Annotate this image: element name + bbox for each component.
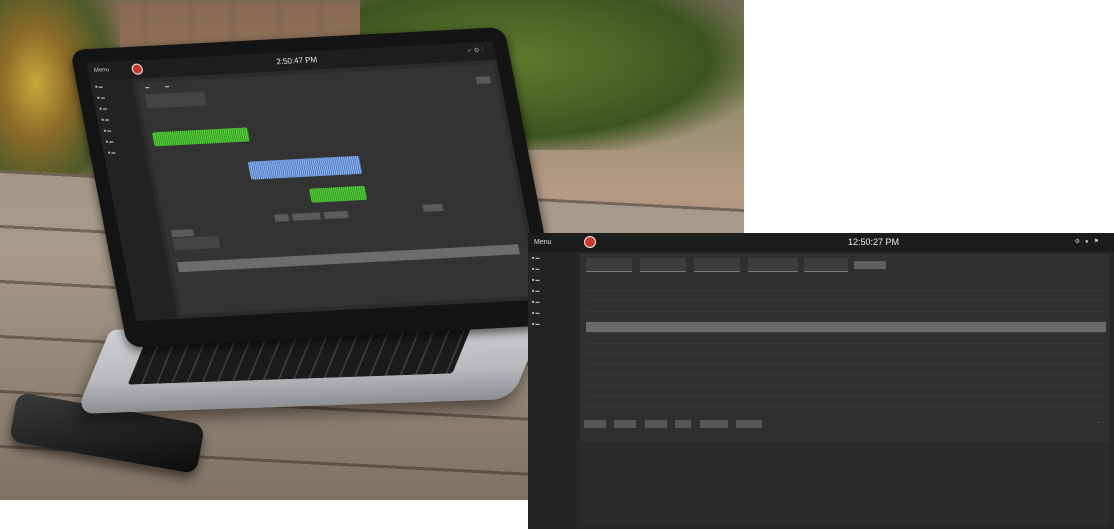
brand-logo xyxy=(130,63,144,75)
action-button[interactable] xyxy=(699,420,728,428)
action-button[interactable] xyxy=(736,420,763,428)
action-button[interactable] xyxy=(675,420,692,428)
select-field[interactable] xyxy=(172,235,221,251)
desktop-sidebar: ■ ▬ ■ ▬ ■ ▬ ■ ▬ ■ ▬ ■ ▬ ■ ▬ xyxy=(528,252,576,529)
audio-waveform xyxy=(309,185,368,203)
sidebar-item[interactable]: ■ ▬ xyxy=(528,285,576,296)
filter-field[interactable] xyxy=(694,258,740,272)
pagination[interactable]: ‹ · · › xyxy=(1098,420,1105,424)
sidebar-item[interactable]: ■ ▬ xyxy=(528,252,576,263)
desktop-screenshot: Menu 12:50:27 PM ⚙●⚑ ■ ▬ ■ ▬ ■ ▬ ■ ▬ ■ ▬… xyxy=(528,233,1114,529)
table-row[interactable] xyxy=(586,344,1106,355)
sidebar-item[interactable]: ■ ▬ xyxy=(103,145,147,158)
filter-field[interactable] xyxy=(804,258,848,272)
laptop-main-panel: ▬ ▬ xyxy=(136,63,538,315)
input-field[interactable] xyxy=(144,91,207,109)
header-clock: 2:50:47 PM xyxy=(275,55,318,67)
sidebar-item[interactable]: ■ ▬ xyxy=(528,318,576,329)
table-row[interactable] xyxy=(586,312,1106,323)
action-button[interactable] xyxy=(584,420,606,428)
action-button[interactable] xyxy=(422,203,444,212)
audio-waveform xyxy=(151,127,250,147)
action-button[interactable] xyxy=(644,420,667,428)
gear-icon[interactable]: ⚙ xyxy=(1075,239,1085,245)
filter-field[interactable] xyxy=(640,258,686,272)
tab[interactable]: ▬ xyxy=(136,82,158,92)
menu-button[interactable]: Menu xyxy=(534,239,552,246)
sidebar-item[interactable]: ■ ▬ xyxy=(528,274,576,285)
laptop-lid: Menu 2:50:47 PM ⌕⚙⋮ ■ ▬ ■ ▬ ■ ▬ ■ ▬ ■ ▬ … xyxy=(70,27,562,348)
table-header xyxy=(586,280,1106,291)
table-row[interactable] xyxy=(586,365,1106,376)
header-clock: 12:50:27 PM xyxy=(848,237,900,247)
results-table xyxy=(175,234,524,292)
detail-panel xyxy=(580,442,1110,526)
apply-filter-button[interactable] xyxy=(854,261,886,269)
filter-field[interactable] xyxy=(748,258,798,272)
corner-button[interactable] xyxy=(475,76,491,84)
desktop-main-panel: ‹ · · › xyxy=(580,254,1110,442)
action-button[interactable] xyxy=(274,214,290,222)
header-icons: ⚙●⚑ xyxy=(1075,238,1104,245)
table-row[interactable] xyxy=(586,375,1106,386)
menu-button[interactable]: Menu xyxy=(93,67,109,74)
table-row[interactable] xyxy=(586,291,1106,302)
table-row[interactable] xyxy=(586,301,1106,312)
marketing-composite: Menu 2:50:47 PM ⌕⚙⋮ ■ ▬ ■ ▬ ■ ▬ ■ ▬ ■ ▬ … xyxy=(0,0,1114,529)
action-button[interactable] xyxy=(291,212,321,221)
action-button[interactable] xyxy=(614,420,637,428)
tab-bar: ▬ ▬ xyxy=(136,81,177,92)
table-row[interactable] xyxy=(586,397,1106,408)
audio-waveform xyxy=(247,155,363,180)
user-icon[interactable]: ● xyxy=(1085,239,1094,245)
header-icons: ⌕⚙⋮ xyxy=(467,47,487,55)
flag-icon[interactable]: ⚑ xyxy=(1094,239,1104,245)
brand-logo xyxy=(584,236,596,248)
tab[interactable]: ▬ xyxy=(156,81,178,91)
filter-bar xyxy=(586,258,1106,274)
action-button[interactable] xyxy=(170,229,195,238)
sidebar-item[interactable]: ■ ▬ xyxy=(528,307,576,318)
more-icon[interactable]: ⋮ xyxy=(482,47,488,53)
sidebar-item[interactable]: ■ ▬ xyxy=(528,296,576,307)
table-row[interactable] xyxy=(586,386,1106,397)
desktop-app-header: Menu 12:50:27 PM ⚙●⚑ xyxy=(528,233,1114,252)
table-row[interactable] xyxy=(586,333,1106,344)
table-row-selected[interactable] xyxy=(586,322,1106,333)
action-button[interactable] xyxy=(323,210,349,220)
results-table xyxy=(586,280,1106,408)
table-row[interactable] xyxy=(586,354,1106,365)
filter-field[interactable] xyxy=(586,258,632,272)
laptop-screen: Menu 2:50:47 PM ⌕⚙⋮ ■ ▬ ■ ▬ ■ ▬ ■ ▬ ■ ▬ … xyxy=(86,41,543,321)
action-buttons xyxy=(584,415,766,428)
sidebar-item[interactable]: ■ ▬ xyxy=(528,263,576,274)
